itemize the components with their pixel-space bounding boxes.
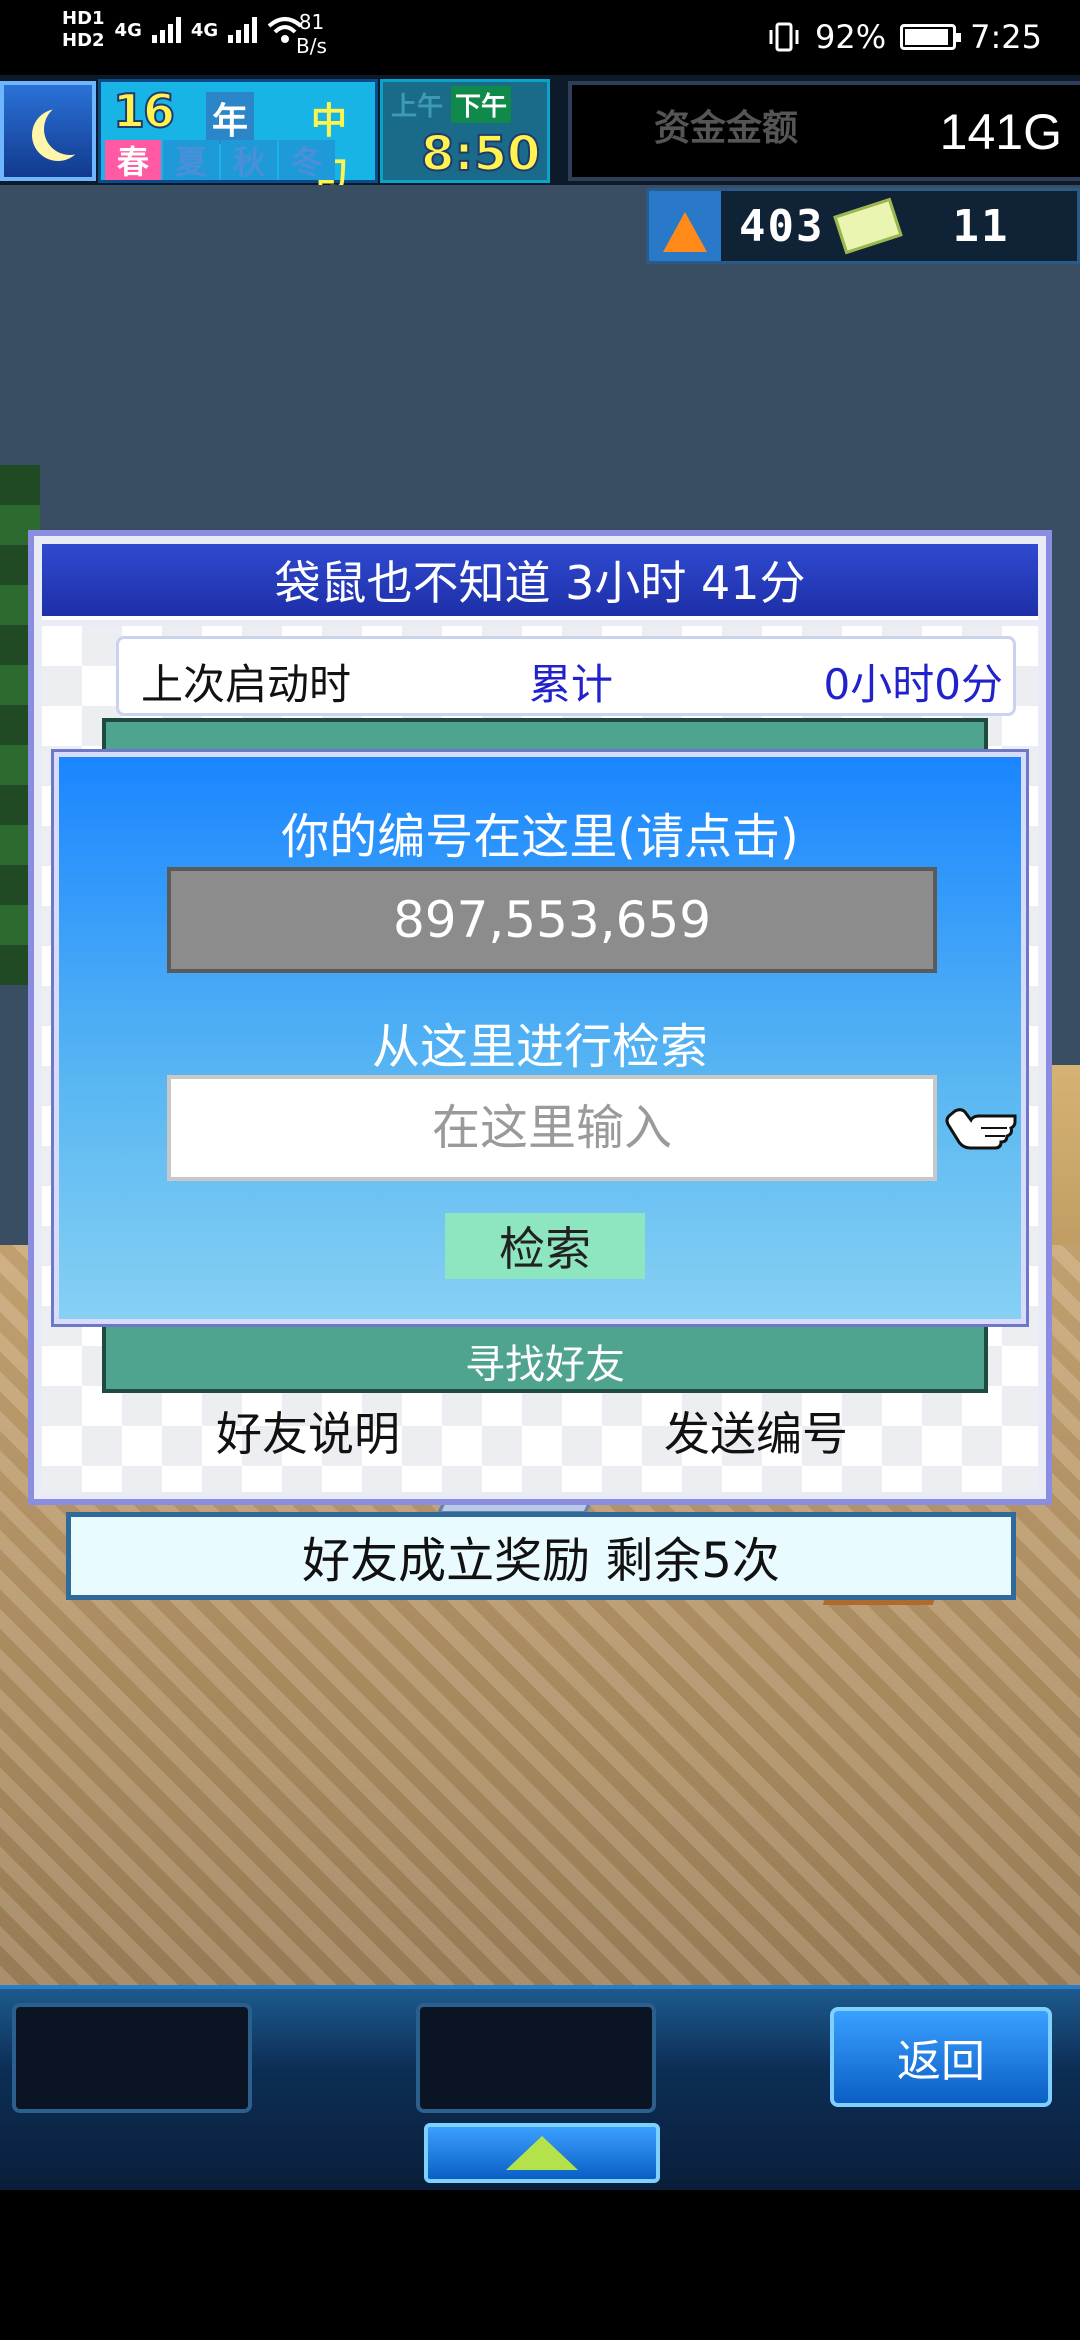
friend-explain-button[interactable]: 好友说明 bbox=[216, 1398, 400, 1464]
ticket-icon bbox=[833, 197, 904, 255]
panel-title: 袋鼠也不知道 3小时 41分 bbox=[42, 544, 1038, 620]
research-flask-icon bbox=[649, 191, 721, 261]
empty-slot-left[interactable] bbox=[12, 2003, 252, 2113]
season-winter: 冬 bbox=[279, 140, 335, 181]
network-gen-2: 4G bbox=[190, 19, 219, 41]
ticket-count: 11 bbox=[952, 200, 1010, 252]
expand-up-button[interactable] bbox=[424, 2123, 660, 2183]
status-bar: HD1 HD2 4G 4G 81 B/s 92% 7:25 bbox=[0, 0, 1080, 75]
calendar-display: 16 年 中旬 春 夏 秋 冬 bbox=[98, 79, 378, 194]
research-points: 403 bbox=[739, 200, 825, 252]
network-gen-1: 4G bbox=[114, 19, 142, 41]
friend-search-dialog: 你的编号在这里(请点击) 897,553,659 从这里进行检索 检索 bbox=[54, 752, 1026, 1324]
money-label: 资金金额 bbox=[654, 108, 799, 149]
season-summer: 夏 bbox=[163, 140, 219, 181]
total-value: 0小时0分 bbox=[823, 660, 1003, 709]
money-value: 141G bbox=[939, 104, 1062, 160]
empty-slot-center[interactable] bbox=[416, 2003, 656, 2113]
search-button[interactable]: 检索 bbox=[445, 1213, 645, 1279]
friend-reward-banner: 好友成立奖励 剩余5次 bbox=[66, 1512, 1016, 1600]
vibrate-icon bbox=[769, 22, 799, 52]
send-number-button[interactable]: 发送编号 bbox=[664, 1398, 848, 1464]
network-indicators: HD1 HD2 4G 4G bbox=[62, 8, 303, 52]
season-autumn: 秋 bbox=[221, 140, 277, 181]
year-number: 16 bbox=[112, 83, 176, 139]
game-clock: 上午 下午 8:50 bbox=[380, 79, 550, 183]
season-selector: 春 夏 秋 冬 bbox=[105, 140, 335, 181]
battery-icon bbox=[900, 24, 962, 50]
search-label: 从这里进行检索 bbox=[371, 1019, 708, 1075]
dialog-title: 你的编号在这里(请点击) bbox=[281, 809, 799, 865]
search-input[interactable] bbox=[167, 1075, 937, 1181]
bottom-control-bar: 返回 bbox=[0, 1985, 1080, 2190]
battery-percent: 92% bbox=[815, 18, 887, 56]
pm-label: 下午 bbox=[451, 86, 512, 123]
up-arrow-icon bbox=[506, 2136, 578, 2170]
game-time: 8:50 bbox=[420, 125, 541, 183]
night-indicator[interactable] bbox=[0, 81, 96, 181]
find-friends-label: 寻找好友 bbox=[465, 1342, 625, 1388]
back-button[interactable]: 返回 bbox=[830, 2007, 1052, 2107]
signal-icon bbox=[151, 17, 181, 43]
network-speed: 81 B/s bbox=[296, 10, 327, 58]
moon-icon bbox=[44, 103, 96, 155]
last-start-label: 上次启动时 bbox=[141, 660, 352, 709]
pointing-hand-icon bbox=[945, 1108, 1017, 1150]
money-display: 资金金额 141G bbox=[568, 81, 1080, 181]
user-id-button[interactable]: 897,553,659 bbox=[167, 867, 937, 973]
clock-time: 7:25 bbox=[970, 18, 1042, 56]
signal-icon bbox=[228, 17, 258, 43]
season-spring: 春 bbox=[105, 140, 161, 181]
am-label: 上午 bbox=[391, 92, 444, 122]
hd-indicator: HD1 HD2 bbox=[62, 8, 105, 51]
status-right: 92% 7:25 bbox=[767, 18, 1042, 56]
game-hud: 16 年 中旬 春 夏 秋 冬 上午 下午 8:50 资金金额 141G bbox=[0, 75, 1080, 194]
total-label: 累计 bbox=[529, 660, 614, 709]
resource-bar: 403 11 bbox=[646, 188, 1080, 264]
system-nav-bar bbox=[0, 2190, 1080, 2340]
playtime-row: 上次启动时 累计 0小时0分 bbox=[116, 636, 1016, 716]
